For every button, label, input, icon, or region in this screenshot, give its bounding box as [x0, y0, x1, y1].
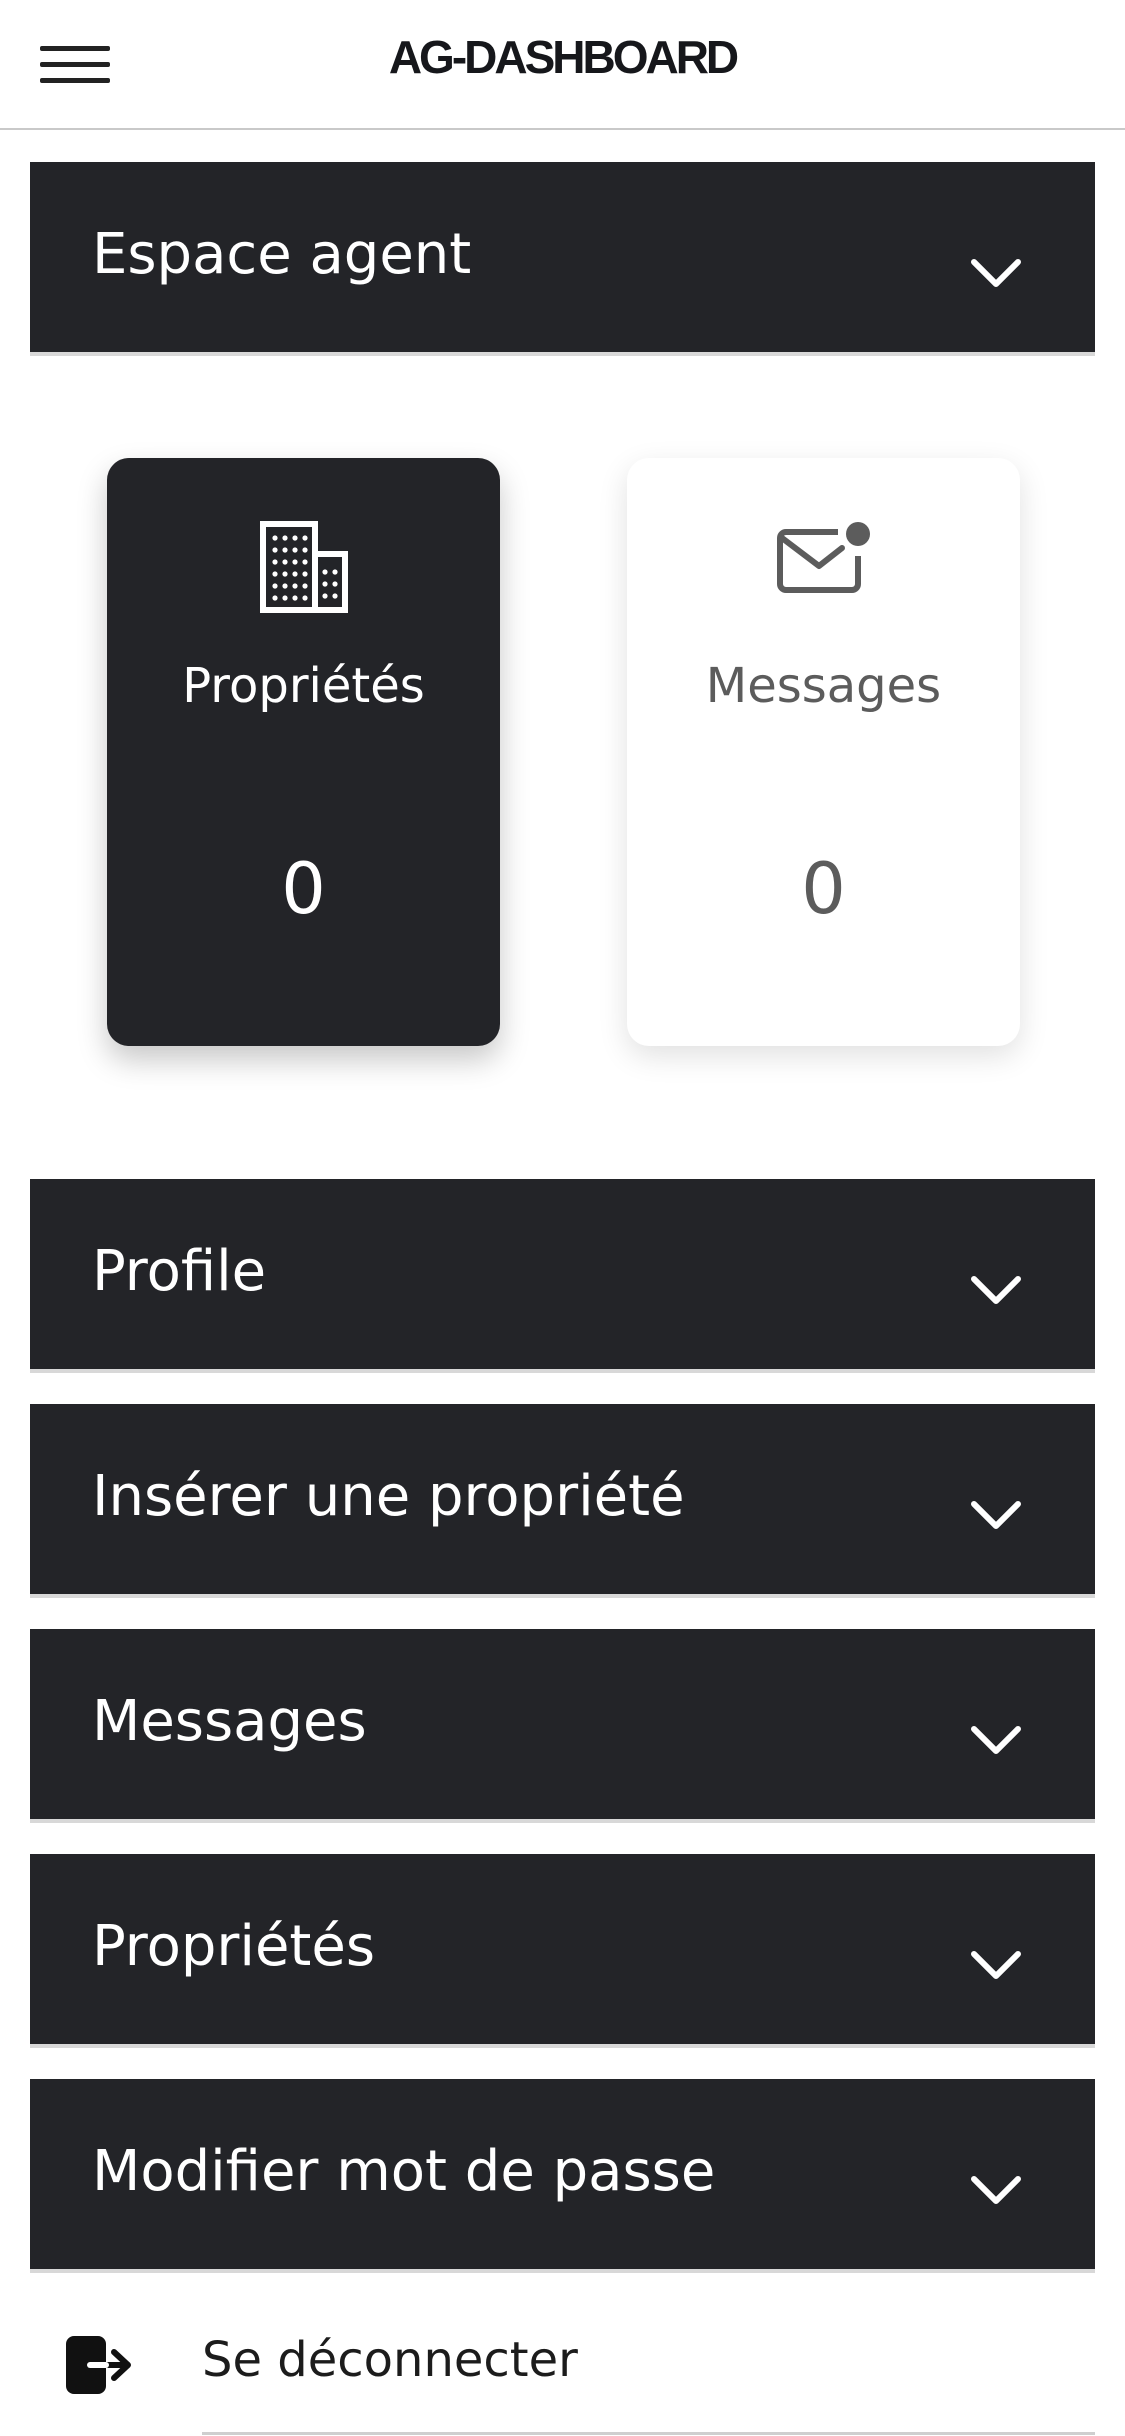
chevron-down-icon	[971, 1951, 1021, 1979]
chevron-down-icon	[971, 1276, 1021, 1304]
messages-card-label: Messages	[705, 658, 942, 714]
logout-label: Se déconnecter	[202, 2332, 578, 2388]
chevron-down-icon	[971, 1501, 1021, 1529]
divider	[202, 2432, 1095, 2435]
messages-card[interactable]: Messages 0	[627, 458, 1020, 1046]
section-title: Modifier mot de passe	[92, 2139, 716, 2204]
section-title: Espace agent	[92, 222, 472, 287]
envelope-notification-icon	[776, 522, 870, 593]
section-title: Propriétés	[92, 1914, 376, 1979]
section-inserer-propriete[interactable]: Insérer une propriété	[30, 1404, 1095, 1598]
top-bar: AG-DASHBOARD	[0, 0, 1125, 130]
properties-card-label: Propriétés	[182, 658, 425, 714]
brand-title: AG-DASHBOARD	[388, 31, 739, 83]
section-proprietes[interactable]: Propriétés	[30, 1854, 1095, 2048]
building-icon	[259, 521, 348, 613]
section-title: Profile	[92, 1239, 267, 1304]
chevron-down-icon	[971, 1726, 1021, 1754]
logout-button[interactable]: Se déconnecter	[0, 2290, 1125, 2436]
section-espace-agent[interactable]: Espace agent	[30, 162, 1095, 356]
chevron-down-icon	[971, 259, 1021, 287]
messages-count: 0	[801, 848, 846, 930]
section-messages[interactable]: Messages	[30, 1629, 1095, 1823]
properties-count: 0	[281, 848, 326, 930]
section-modifier-mot-de-passe[interactable]: Modifier mot de passe	[30, 2079, 1095, 2273]
properties-card[interactable]: Propriétés 0	[107, 458, 500, 1046]
section-profile[interactable]: Profile	[30, 1179, 1095, 1373]
chevron-down-icon	[971, 2176, 1021, 2204]
logout-icon	[66, 2336, 131, 2394]
section-title: Messages	[92, 1689, 367, 1754]
section-title: Insérer une propriété	[92, 1464, 685, 1529]
